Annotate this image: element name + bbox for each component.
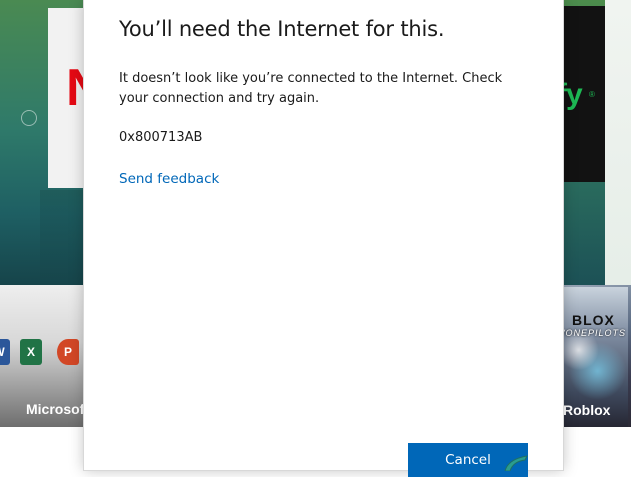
app-card-label: Microsoft 365 [26, 401, 84, 417]
roblox-logo: BLOX [572, 312, 615, 328]
app-card-microsoft-365[interactable]: W X P Microsoft 365 [0, 285, 84, 427]
error-dialog: You’ll need the Internet for this. It do… [84, 0, 563, 477]
tile-shadow [40, 190, 84, 285]
send-feedback-link[interactable]: Send feedback [119, 171, 219, 187]
hero-banner-edge [605, 0, 631, 285]
dialog-message: It doesn’t look like you’re connected to… [119, 71, 503, 106]
dialog-title: You’ll need the Internet for this. [119, 17, 445, 41]
roblox-art-subtitle: /ONEPILOTS [562, 328, 627, 338]
app-card-label: Roblox [563, 402, 611, 418]
pointer-icon [504, 455, 528, 471]
cancel-button-label: Cancel [445, 452, 491, 468]
error-code: 0x800713AB [119, 130, 203, 145]
powerpoint-icon: P [57, 339, 79, 365]
word-icon: W [0, 339, 10, 365]
excel-icon: X [20, 339, 42, 365]
registered-mark: ® [589, 90, 595, 99]
carousel-indicator [21, 110, 37, 126]
